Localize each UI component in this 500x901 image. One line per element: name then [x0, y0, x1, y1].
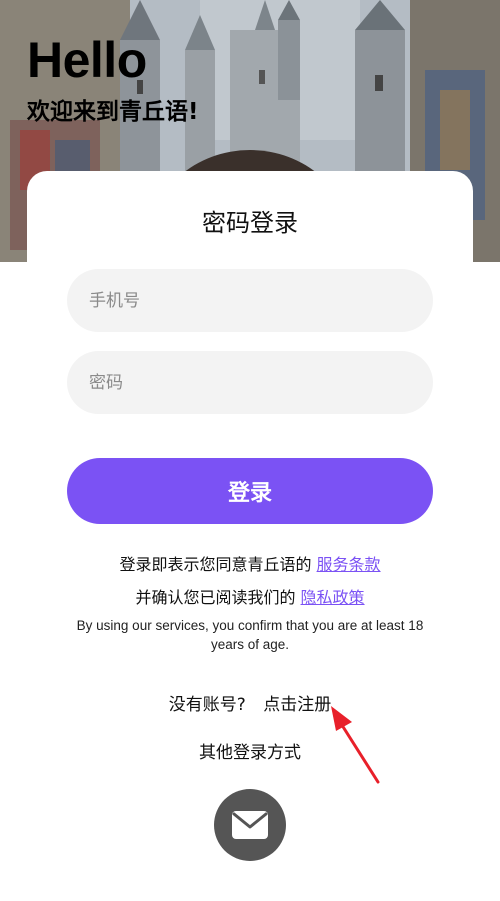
agreement-line-1: 登录即表示您同意青丘语的 服务条款: [0, 551, 500, 575]
agreement-prefix-2: 并确认您已阅读我们的: [135, 588, 296, 607]
welcome-subtitle: 欢迎来到青丘语!: [27, 99, 199, 125]
terms-link[interactable]: 服务条款: [317, 555, 381, 574]
mail-icon: [232, 811, 268, 839]
password-login-title: 密码登录: [200, 205, 300, 241]
agreement-line-2: 并确认您已阅读我们的 隐私政策: [0, 584, 500, 608]
age-notice: By using our services, you confirm that …: [76, 618, 424, 652]
phone-input[interactable]: [67, 269, 409, 332]
password-field[interactable]: [67, 351, 433, 414]
login-button[interactable]: 登录: [67, 458, 433, 524]
card-title: 密码登录: [0, 205, 500, 241]
email-login-button[interactable]: [214, 789, 286, 861]
other-login-label: 其他登录方式: [199, 743, 301, 763]
privacy-link[interactable]: 隐私政策: [301, 588, 365, 607]
phone-field[interactable]: [67, 269, 433, 332]
password-input[interactable]: [67, 351, 409, 414]
agreement-prefix-1: 登录即表示您同意青丘语的: [119, 555, 312, 574]
no-account-text: 没有账号?: [168, 695, 246, 715]
register-link[interactable]: 点击注册: [263, 695, 331, 715]
hello-heading: Hello: [27, 32, 147, 88]
register-row: 没有账号? 点击注册: [0, 690, 500, 715]
